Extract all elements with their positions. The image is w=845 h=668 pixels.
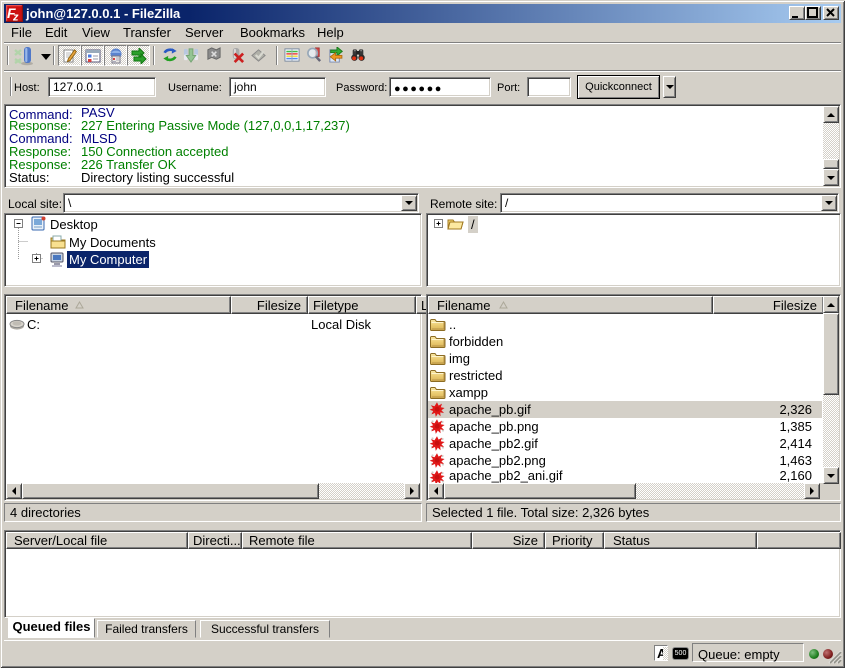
svg-text:z: z	[12, 12, 19, 23]
